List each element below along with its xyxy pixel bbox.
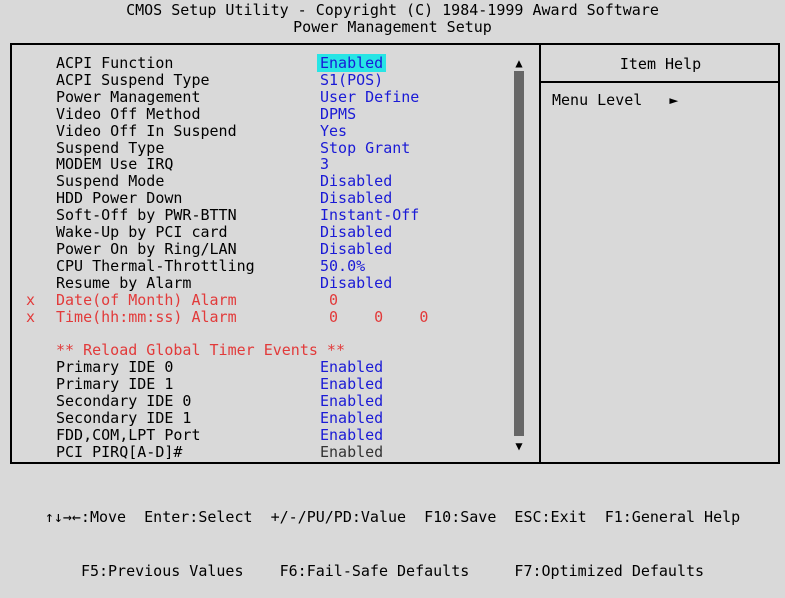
setting-value[interactable]: Enabled <box>317 54 387 72</box>
setting-value[interactable]: Enabled <box>320 410 383 426</box>
setting-label: Primary IDE 1 <box>56 375 174 394</box>
setting-value[interactable]: 50.0% <box>320 258 365 274</box>
footer-line-1: ↑↓→←:Move Enter:Select +/-/PU/PD:Value F… <box>44 508 741 526</box>
setting-label: CPU Thermal-Throttling <box>56 256 255 275</box>
setting-label: ACPI Function <box>56 54 174 72</box>
setting-label: ** Reload Global Timer Events ** <box>56 341 345 360</box>
header-title: CMOS Setup Utility - Copyright (C) 1984-… <box>126 1 659 19</box>
setting-value[interactable]: DPMS <box>320 106 356 122</box>
disabled-x-icon: x <box>26 307 36 326</box>
setting-label: Video Off In Suspend <box>56 121 237 140</box>
panel-divider <box>539 45 541 462</box>
setting-label: Power On by Ring/LAN <box>56 239 237 258</box>
scroll-up-icon[interactable]: ▲ <box>512 57 526 69</box>
setting-label: Soft-Off by PWR-BTTN <box>56 206 237 225</box>
setting-label: Suspend Type <box>56 138 165 157</box>
setting-value[interactable]: Enabled <box>320 376 383 392</box>
setting-value[interactable]: User Define <box>320 89 419 105</box>
setting-value[interactable]: Enabled <box>320 393 383 409</box>
setting-label: Resume by Alarm <box>56 273 192 292</box>
help-separator <box>541 81 780 83</box>
scrollbar[interactable]: ▲ ▼ <box>512 57 526 452</box>
header-subtitle: Power Management Setup <box>293 18 492 36</box>
setting-value[interactable]: Stop Grant <box>320 140 410 156</box>
setting-value[interactable]: Disabled <box>320 241 392 257</box>
setting-label: Wake-Up by PCI card <box>56 223 228 241</box>
setting-label: Date(of Month) Alarm <box>56 290 237 309</box>
setting-value[interactable]: Instant-Off <box>320 207 419 223</box>
setting-value[interactable]: S1(POS) <box>320 72 383 88</box>
setup-frame: ACPI Function Enabled ACPI Suspend Type S1(… <box>10 43 780 464</box>
setting-label: Video Off Method <box>56 104 201 123</box>
setting-value[interactable]: Enabled <box>320 444 383 460</box>
setting-label: HDD Power Down <box>56 189 183 208</box>
setting-value[interactable]: Disabled <box>320 190 392 206</box>
setting-label: ACPI Suspend Type <box>56 70 210 89</box>
setting-value[interactable]: Disabled <box>320 275 392 291</box>
setting-label: Suspend Mode <box>56 172 165 191</box>
setting-label: PCI PIRQ[A-D]# <box>56 442 183 461</box>
setting-label: MODEM Use IRQ <box>56 155 174 174</box>
setting-label: Secondary IDE 1 <box>56 408 192 427</box>
scroll-track[interactable] <box>514 71 524 436</box>
setting-value: 0 0 0 <box>320 307 429 326</box>
item-help-title: Item Help <box>619 55 702 73</box>
setting-value[interactable]: Enabled <box>320 427 383 443</box>
setting-value[interactable]: Enabled <box>320 359 383 375</box>
footer-line-2: F5:Previous Values F6:Fail-Safe Defaults… <box>80 562 705 580</box>
setting-value[interactable]: Disabled <box>320 224 392 240</box>
setting-label: Time(hh:mm:ss) Alarm <box>56 307 237 326</box>
setting-value[interactable]: Disabled <box>320 173 392 189</box>
setting-label: FDD,COM,LPT Port <box>56 425 201 444</box>
setting-label: Secondary IDE 0 <box>56 392 192 410</box>
footer-keys: ↑↓→←:Move Enter:Select +/-/PU/PD:Value F… <box>0 472 785 598</box>
setting-value: 0 <box>320 290 339 309</box>
header: CMOS Setup Utility - Copyright (C) 1984-… <box>0 2 785 36</box>
setting-value[interactable]: Yes <box>320 123 347 139</box>
setting-value[interactable]: 3 <box>320 156 329 172</box>
setting-label: Primary IDE 0 <box>56 358 174 377</box>
disabled-x-icon: x <box>26 290 36 309</box>
setting-label: Power Management <box>56 87 201 106</box>
scroll-down-icon[interactable]: ▼ <box>512 440 526 452</box>
menu-level-text: Menu Level ► <box>552 91 679 109</box>
